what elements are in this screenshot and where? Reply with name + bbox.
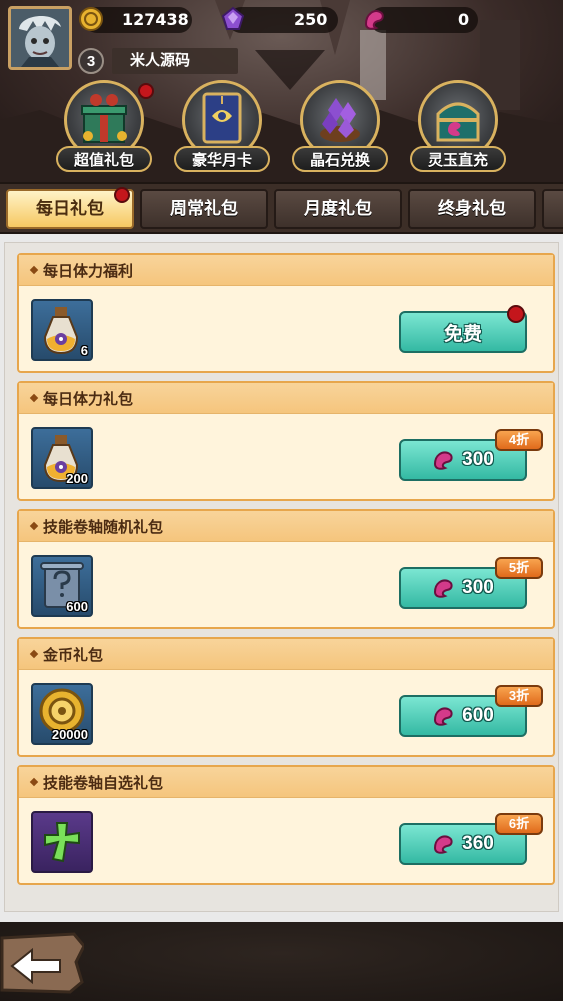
price-label: 360 bbox=[462, 833, 494, 854]
shop-button-jade-recharge[interactable]: 灵玉直充 bbox=[410, 78, 506, 178]
shop-button-value-gift[interactable]: 超值礼包 bbox=[56, 78, 154, 178]
gold-coin-icon bbox=[78, 6, 104, 32]
pack-list-panel: 每日体力福利 6 免费 每日体力礼包 200 300 4折 技能卷轴随机礼包 6… bbox=[0, 234, 563, 922]
shop-button-label: 超值礼包 bbox=[56, 146, 152, 172]
pink-jade-icon bbox=[434, 835, 453, 854]
pack-list-scroll-area[interactable]: 每日体力福利 6 免费 每日体力礼包 200 300 4折 技能卷轴随机礼包 6… bbox=[4, 242, 559, 912]
price-label: 300 bbox=[462, 449, 494, 470]
pack-card: 每日体力礼包 200 300 4折 bbox=[17, 381, 555, 501]
notification-dot bbox=[138, 83, 154, 99]
pack-item-slot[interactable]: 20000 bbox=[31, 683, 93, 745]
pack-item-slot[interactable]: 6 bbox=[31, 299, 93, 361]
player-avatar[interactable] bbox=[8, 6, 72, 70]
shop-button-monthly-card[interactable]: 豪华月卡 bbox=[174, 78, 270, 178]
price-label: 600 bbox=[462, 705, 494, 726]
diamond-bullet-icon bbox=[29, 649, 39, 659]
pack-card: 每日体力福利 6 免费 bbox=[17, 253, 555, 373]
item-quantity: 6 bbox=[80, 343, 88, 358]
top-banner: 127438 250 0 3 米人源码 超值礼包 豪华月卡 晶石兑换 灵玉直充 bbox=[0, 0, 563, 182]
monthly-card-icon bbox=[202, 92, 242, 144]
diamond-bullet-icon bbox=[29, 521, 39, 531]
pack-card: 金币礼包 20000 600 3折 bbox=[17, 637, 555, 757]
back-arrow-icon bbox=[0, 932, 86, 994]
pink-jade-icon bbox=[362, 6, 388, 32]
pink-jade-icon bbox=[434, 579, 453, 598]
player-name: 米人源码 bbox=[112, 48, 238, 74]
player-level-badge: 3 bbox=[78, 48, 104, 74]
shop-button-label: 豪华月卡 bbox=[174, 146, 270, 172]
diamond-bullet-icon bbox=[29, 393, 39, 403]
pack-category-tabs: 每日礼包 周常礼包 月度礼包 终身礼包 bbox=[0, 182, 563, 234]
pack-title: 每日体力福利 bbox=[43, 263, 134, 280]
shop-button-label: 晶石兑换 bbox=[292, 146, 388, 172]
gold-amount: 127438 bbox=[122, 10, 189, 29]
jade-amount: 0 bbox=[458, 10, 470, 29]
pack-title: 每日体力礼包 bbox=[43, 391, 134, 408]
button-label: 免费 bbox=[443, 323, 482, 345]
price-label: 300 bbox=[462, 577, 494, 598]
item-quantity: 20000 bbox=[51, 727, 88, 742]
notification-dot bbox=[507, 305, 525, 323]
pack-item-slot[interactable] bbox=[31, 811, 93, 873]
discount-badge: 4折 bbox=[495, 429, 543, 451]
tab-more-partial[interactable] bbox=[542, 189, 563, 229]
pack-card: 技能卷轴自选礼包 360 6折 bbox=[17, 765, 555, 885]
crystal-amount: 250 bbox=[294, 10, 328, 29]
purple-crystal-icon bbox=[220, 6, 246, 32]
shop-button-label: 灵玉直充 bbox=[410, 146, 506, 172]
gift-box-icon bbox=[81, 94, 127, 143]
pink-jade-icon bbox=[434, 707, 453, 726]
diamond-bullet-icon bbox=[29, 777, 39, 787]
shop-button-crystal-exchange[interactable]: 晶石兑换 bbox=[292, 78, 388, 178]
diamond-bullet-icon bbox=[29, 265, 39, 275]
bottom-bar bbox=[0, 922, 563, 1001]
tab-lifetime-packs[interactable]: 终身礼包 bbox=[408, 189, 536, 229]
discount-badge: 6折 bbox=[495, 813, 543, 835]
pack-item-slot[interactable]: 200 bbox=[31, 427, 93, 489]
pack-title: 技能卷轴自选礼包 bbox=[43, 775, 164, 792]
notification-dot bbox=[114, 187, 130, 203]
jade-chest-icon bbox=[436, 102, 480, 142]
pack-title: 金币礼包 bbox=[43, 647, 104, 664]
character-portrait-icon bbox=[11, 9, 69, 67]
discount-badge: 5折 bbox=[495, 557, 543, 579]
pack-title: 技能卷轴随机礼包 bbox=[43, 519, 164, 536]
item-quantity: 600 bbox=[66, 599, 88, 614]
tab-weekly-packs[interactable]: 周常礼包 bbox=[140, 189, 268, 229]
green-rune-icon bbox=[44, 822, 80, 863]
back-button[interactable] bbox=[0, 932, 86, 994]
pack-item-slot[interactable]: 600 bbox=[31, 555, 93, 617]
crystal-exchange-icon bbox=[320, 98, 360, 142]
item-quantity: 200 bbox=[66, 471, 88, 486]
discount-badge: 3折 bbox=[495, 685, 543, 707]
pink-jade-icon bbox=[434, 451, 453, 470]
pack-card: 技能卷轴随机礼包 600 300 5折 bbox=[17, 509, 555, 629]
tab-monthly-packs[interactable]: 月度礼包 bbox=[274, 189, 402, 229]
